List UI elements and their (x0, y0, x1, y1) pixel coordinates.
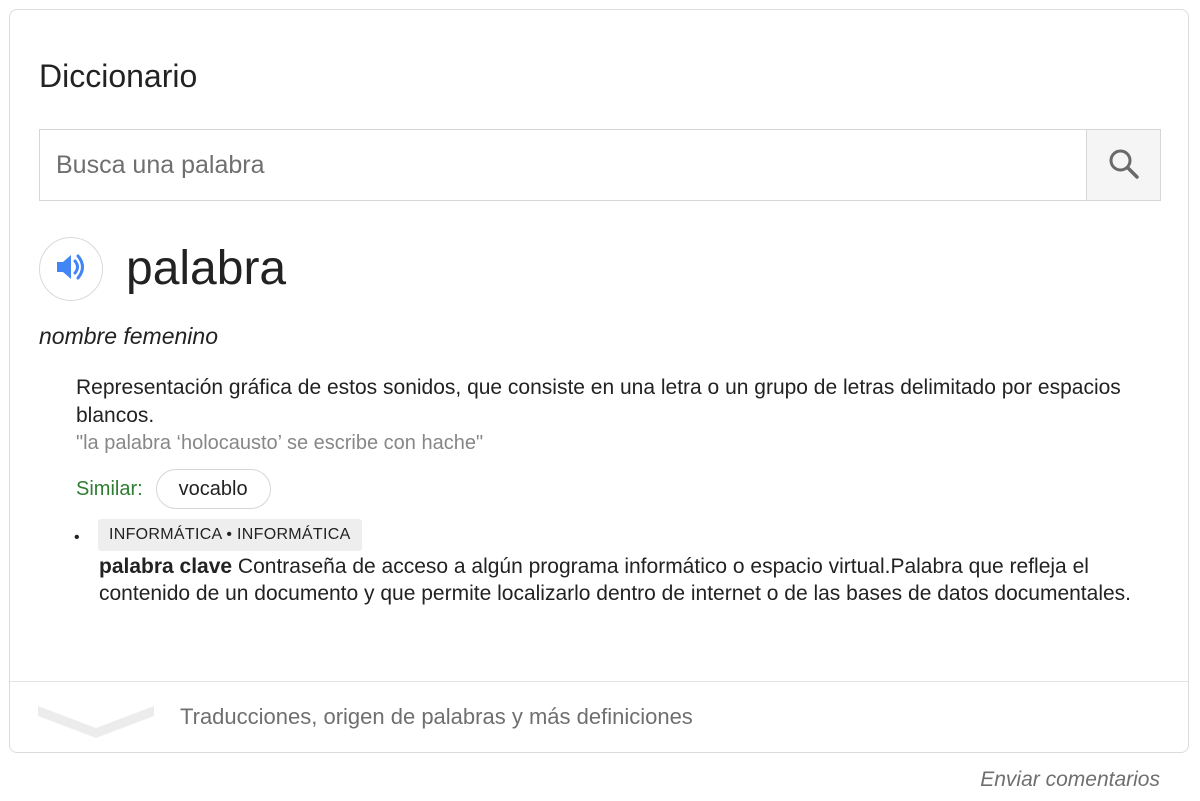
example-sentence: "la palabra ‘holocausto’ se escribe con … (76, 432, 484, 454)
headword: palabra (126, 242, 287, 295)
search-button[interactable] (1086, 130, 1160, 200)
feedback-link[interactable]: Enviar comentarios (980, 768, 1160, 792)
search-bar (39, 129, 1161, 201)
search-icon (1107, 147, 1141, 184)
list-bullet: • (74, 529, 80, 546)
similar-row: Similar: vocablo (76, 468, 271, 510)
pronunciation-button[interactable] (39, 237, 103, 301)
dictionary-title: Diccionario (39, 58, 198, 94)
similar-label: Similar: (76, 477, 143, 500)
part-of-speech: nombre femenino (39, 323, 218, 349)
subentry-definition: palabra clave Contraseña de acceso a alg… (99, 553, 1169, 607)
subentry-term: palabra clave (99, 555, 233, 578)
more-definitions-expander[interactable]: Traducciones, origen de palabras y más d… (10, 682, 1188, 752)
subentry-text: Contraseña de acceso a algún programa in… (99, 555, 1131, 605)
search-input[interactable] (40, 130, 1086, 200)
chevron-down-icon (36, 698, 156, 743)
speaker-icon (54, 252, 88, 287)
domain-tag: INFORMÁTICA • INFORMÁTICA (98, 519, 362, 551)
similar-word-chip[interactable]: vocablo (155, 469, 271, 509)
definition-text: Representación gráfica de estos sonidos,… (76, 376, 1121, 427)
dictionary-card: Diccionario palabra nombre femenino Repr… (9, 9, 1189, 753)
more-definitions-link[interactable]: Traducciones, origen de palabras y más d… (180, 704, 693, 730)
